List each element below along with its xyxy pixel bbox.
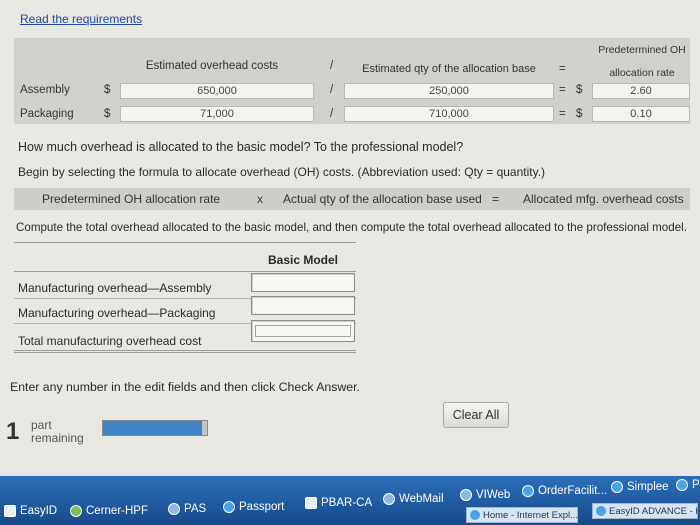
compute-instruction: Compute the total overhead allocated to … bbox=[16, 221, 687, 234]
easyid-icon bbox=[4, 505, 16, 517]
taskbar-label: VIWeb bbox=[476, 489, 511, 501]
currency-symbol: $ bbox=[576, 108, 583, 120]
formula-term2[interactable]: Actual qty of the allocation base used bbox=[283, 192, 482, 206]
pas-icon bbox=[168, 503, 180, 515]
overhead-rate-table: Predetermined OH allocation rate Estimat… bbox=[14, 38, 690, 124]
window-label: EasyID ADVANCE - H... bbox=[609, 506, 700, 517]
taskbar-webmail[interactable]: WebMail bbox=[383, 490, 444, 508]
pbar-icon bbox=[305, 497, 317, 509]
progress-bar bbox=[102, 420, 208, 436]
equals-symbol: = bbox=[559, 84, 566, 96]
taskbar-label: Passport bbox=[239, 501, 285, 513]
taskbar-pbar-ca[interactable]: PBAR-CA bbox=[305, 494, 372, 512]
instruction-text: Begin by selecting the formula to alloca… bbox=[18, 165, 546, 179]
total-mfg-overhead-input[interactable] bbox=[251, 320, 355, 342]
taskbar-viweb[interactable]: VIWeb bbox=[460, 486, 510, 504]
divider bbox=[14, 350, 356, 351]
taskbar-label: Simplee bbox=[627, 481, 669, 493]
predetermined-header-line2: allocation rate bbox=[609, 67, 675, 79]
formula-term1[interactable]: Predetermined OH allocation rate bbox=[42, 192, 220, 206]
formula-result[interactable]: Allocated mfg. overhead costs bbox=[523, 192, 684, 206]
divider bbox=[14, 352, 356, 353]
taskbar-label: OrderFacilit... bbox=[538, 485, 608, 497]
enter-instruction: Enter any number in the edit fields and … bbox=[10, 380, 360, 394]
divide-symbol: / bbox=[330, 108, 334, 120]
cerner-icon bbox=[70, 505, 82, 517]
taskbar-simplee[interactable]: Simplee bbox=[611, 478, 669, 496]
currency-symbol: $ bbox=[104, 108, 111, 120]
taskbar-easyid[interactable]: EasyID bbox=[4, 502, 57, 520]
formula-equals-symbol: = bbox=[492, 192, 500, 206]
taskbar-label: PBAR-CA bbox=[321, 497, 373, 509]
ie-icon bbox=[676, 479, 688, 491]
window-label: Home - Internet Expl... bbox=[483, 510, 579, 521]
total-mfg-overhead-label: Total manufacturing overhead cost bbox=[18, 334, 202, 348]
packaging-qty-value: 710,000 bbox=[344, 106, 554, 122]
webmail-icon bbox=[383, 493, 395, 505]
mfg-overhead-assembly-label: Manufacturing overhead—Assembly bbox=[18, 281, 212, 295]
col-estimated-qty: Estimated qty of the allocation base bbox=[362, 63, 536, 75]
taskbar-label: WebMail bbox=[399, 493, 444, 505]
easyid-icon bbox=[596, 506, 606, 516]
basic-model-header: Basic Model bbox=[268, 253, 339, 267]
taskbar-pas[interactable]: PAS bbox=[168, 500, 206, 518]
mfg-overhead-assembly-input[interactable] bbox=[251, 273, 355, 292]
assembly-overhead-value: 650,000 bbox=[120, 83, 314, 99]
divider bbox=[14, 242, 356, 243]
taskbar-passport[interactable]: Passport bbox=[223, 498, 284, 516]
row-label-assembly: Assembly bbox=[20, 84, 70, 96]
currency-symbol: $ bbox=[576, 84, 583, 96]
ie-icon bbox=[223, 501, 235, 513]
window-home-internet-explorer[interactable]: Home - Internet Expl... bbox=[466, 507, 578, 523]
taskbar-label: PAS bbox=[184, 503, 207, 515]
ie-icon bbox=[470, 510, 480, 520]
ie-icon bbox=[522, 485, 534, 497]
taskbar-cerner-hpf[interactable]: Cerner-HPF bbox=[70, 502, 148, 520]
currency-symbol: $ bbox=[104, 84, 111, 96]
formula-multiply-symbol: x bbox=[257, 192, 263, 206]
packaging-rate-value: 0.10 bbox=[592, 106, 690, 122]
ie-icon bbox=[611, 481, 623, 493]
parts-count: 1 bbox=[6, 418, 20, 445]
equals-symbol-header: = bbox=[559, 63, 566, 75]
predetermined-header-line1: Predetermined OH bbox=[598, 44, 686, 56]
divide-symbol-header: / bbox=[330, 60, 334, 72]
parts-remaining-label: remaining bbox=[31, 431, 84, 445]
viweb-icon bbox=[460, 489, 472, 501]
equals-symbol: = bbox=[559, 108, 566, 120]
mfg-overhead-packaging-input[interactable] bbox=[251, 296, 355, 315]
formula-bar: Predetermined OH allocation rate x Actua… bbox=[14, 188, 690, 210]
divide-symbol: / bbox=[330, 84, 334, 96]
row-label-packaging: Packaging bbox=[20, 108, 74, 120]
packaging-overhead-value: 71,000 bbox=[120, 106, 314, 122]
assembly-rate-value: 2.60 bbox=[592, 83, 690, 99]
mfg-overhead-packaging-label: Manufacturing overhead—Packaging bbox=[18, 306, 216, 320]
window-easyid-advance[interactable]: EasyID ADVANCE - H... bbox=[592, 503, 700, 519]
clear-all-button[interactable]: Clear All bbox=[443, 402, 509, 428]
taskbar-orderfacilit[interactable]: OrderFacilit... bbox=[522, 482, 607, 500]
divider bbox=[14, 271, 356, 272]
taskbar: EasyID Cerner-HPF PAS Passport PBAR-CA W… bbox=[0, 476, 700, 525]
taskbar-label: Cerner-HPF bbox=[86, 505, 148, 517]
col-estimated-overhead: Estimated overhead costs bbox=[145, 60, 279, 72]
read-requirements-link[interactable]: Read the requirements bbox=[20, 12, 142, 26]
taskbar-p[interactable]: P bbox=[676, 476, 700, 494]
taskbar-label: P bbox=[692, 479, 700, 491]
taskbar-label: EasyID bbox=[20, 505, 58, 517]
question-text: How much overhead is allocated to the ba… bbox=[18, 140, 464, 154]
parts-label: part bbox=[31, 418, 52, 432]
assembly-qty-value: 250,000 bbox=[344, 83, 554, 99]
progress-bar-fill bbox=[103, 421, 202, 435]
